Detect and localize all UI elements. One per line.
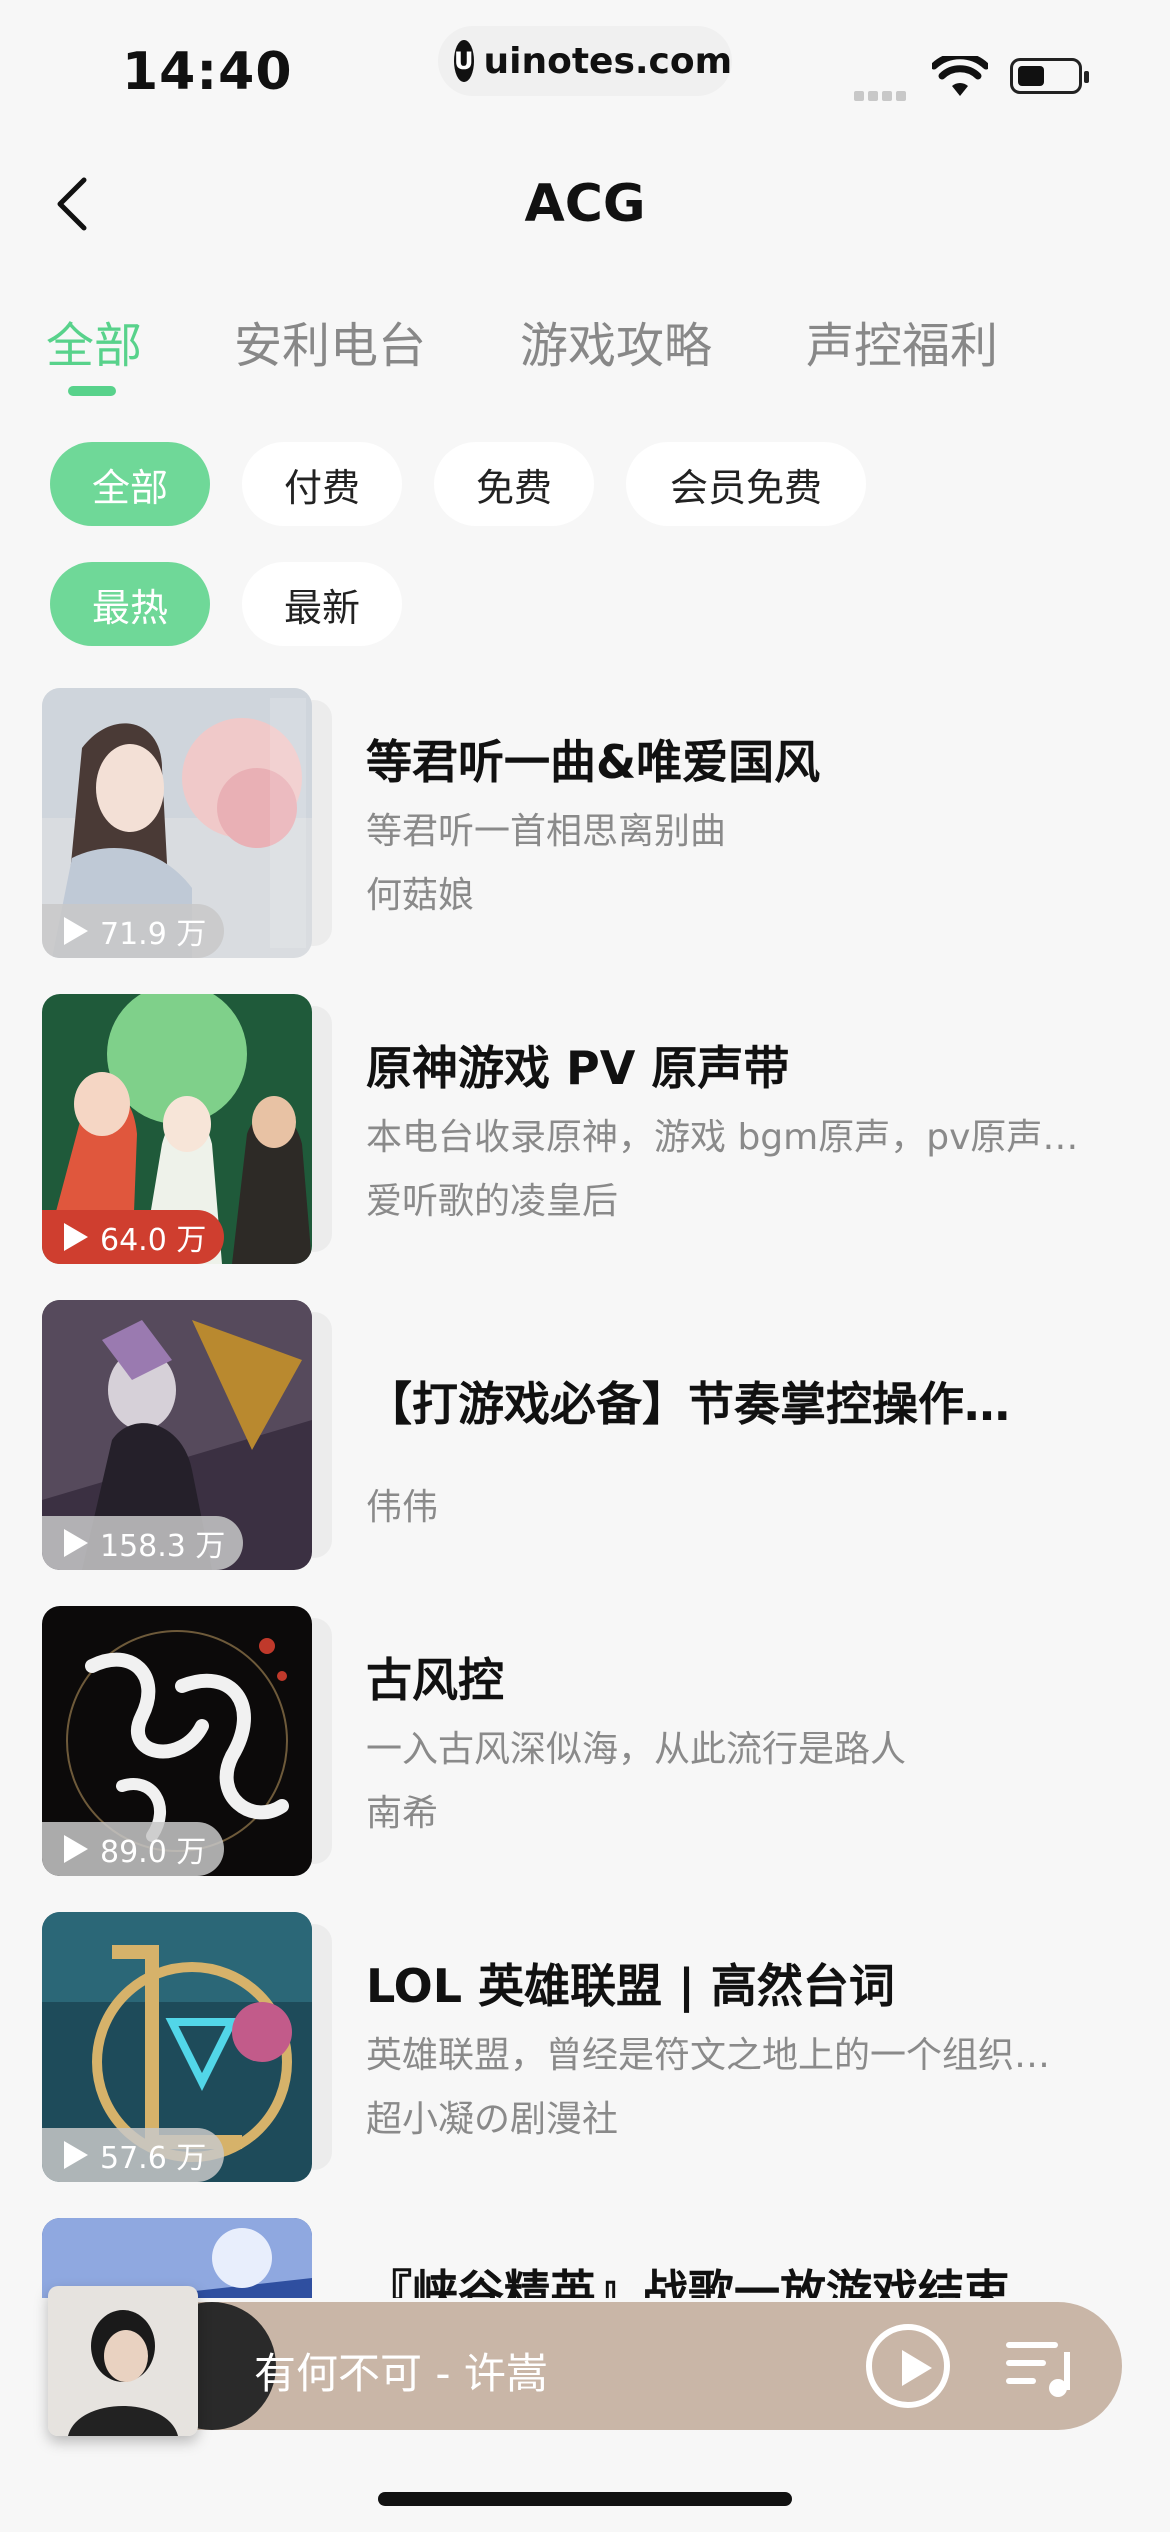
item-title: 『峡谷精英』战歌一放游戏结束	[366, 2265, 1010, 2298]
url-pill[interactable]: U uinotes.com	[438, 26, 732, 96]
play-count: 89.0 万	[100, 1835, 207, 1870]
cellular-signal-icon	[854, 86, 910, 105]
list-item[interactable]: 158.3 万 【打游戏必备】节奏掌控操作… 伟伟	[0, 1280, 1170, 1580]
play-triangle-icon	[64, 1835, 88, 1863]
play-count-badge: 89.0 万	[42, 1822, 225, 1876]
site-logo-icon: U	[454, 40, 474, 82]
item-title: 等君听一曲&唯爱国风	[366, 735, 821, 789]
list-item[interactable]: 71.9 万 等君听一曲&唯爱国风 等君听一首相思离别曲 何菇娘	[0, 668, 1170, 968]
item-description: 等君听一首相思离别曲	[366, 811, 727, 852]
item-title: LOL 英雄联盟 | 高然台词	[366, 1959, 895, 2013]
nav-bar: ACG	[0, 130, 1170, 270]
play-triangle-icon	[64, 1529, 88, 1557]
item-title: 【打游戏必备】节奏掌控操作…	[366, 1377, 1010, 1431]
tab-voice-welfare[interactable]: 声控福利	[806, 306, 998, 376]
play-count-badge: 64.0 万	[42, 1210, 225, 1264]
mini-player[interactable]: 有何不可 - 许嵩	[48, 2286, 1122, 2436]
cover-stack: 71.9 万	[42, 688, 332, 958]
item-author: 伟伟	[366, 1487, 439, 1528]
item-author: 爱听歌的凌皇后	[366, 1181, 619, 1222]
status-bar: 14:40 U uinotes.com	[0, 0, 1170, 130]
tab-game-guide[interactable]: 游戏攻略	[520, 306, 712, 376]
sort-chip-newest[interactable]: 最新	[242, 562, 402, 646]
wifi-icon	[932, 56, 988, 96]
cover-stack: 57.6 万	[42, 1912, 332, 2182]
item-title: 原神游戏 PV 原声带	[366, 1041, 790, 1095]
item-author: 超小凝の剧漫社	[366, 2099, 619, 2140]
play-triangle-icon	[64, 917, 88, 945]
list-item[interactable]: 64.0 万 原神游戏 PV 原声带 本电台收录原神，游戏 bgm原声，pv原声…	[0, 974, 1170, 1274]
play-count-badge: 71.9 万	[42, 904, 225, 958]
filter-area: 全部 付费 免费 会员免费 最热 最新	[0, 396, 1170, 666]
play-count-badge: 57.6 万	[42, 2128, 225, 2182]
play-count: 64.0 万	[100, 1223, 207, 1258]
play-count-badge: 158.3 万	[42, 1516, 244, 1570]
item-title: 古风控	[366, 1653, 504, 1707]
tab-all[interactable]: 全部	[46, 306, 142, 376]
home-indicator[interactable]	[378, 2492, 792, 2506]
now-playing-artwork	[48, 2286, 198, 2436]
play-icon	[902, 2350, 932, 2386]
list-item[interactable]: 『峡谷精英』战歌一放游戏结束	[0, 2198, 1170, 2298]
play-count: 57.6 万	[100, 2141, 207, 2176]
filter-chip-paid[interactable]: 付费	[242, 442, 402, 526]
category-tabs: 全部 安利电台 游戏攻略 声控福利	[0, 270, 1170, 396]
sort-chip-hottest[interactable]: 最热	[50, 562, 210, 646]
item-description: 本电台收录原神，游戏 bgm原声，pv原声…	[366, 1117, 1079, 1158]
tab-recommend-radio[interactable]: 安利电台	[234, 306, 426, 376]
status-time: 14:40	[122, 42, 293, 102]
item-description: 英雄联盟，曾经是符文之地上的一个组织…	[366, 2035, 1051, 2076]
play-triangle-icon	[64, 2141, 88, 2169]
play-count: 71.9 万	[100, 917, 207, 952]
list-item[interactable]: 89.0 万 古风控 一入古风深似海，从此流行是路人 南希	[0, 1586, 1170, 1886]
item-description: 一入古风深似海，从此流行是路人	[366, 1729, 907, 1770]
play-count: 158.3 万	[100, 1529, 226, 1564]
now-playing-title: 有何不可 - 许嵩	[254, 2349, 548, 2398]
cover-stack: 158.3 万	[42, 1300, 332, 1570]
url-text: uinotes.com	[483, 40, 733, 82]
filter-chip-member-free[interactable]: 会员免费	[626, 442, 866, 526]
play-triangle-icon	[64, 1223, 88, 1251]
active-tab-indicator	[68, 386, 116, 396]
playlist-icon[interactable]	[1004, 2336, 1076, 2400]
list-item[interactable]: 57.6 万 LOL 英雄联盟 | 高然台词 英雄联盟，曾经是符文之地上的一个组…	[0, 1892, 1170, 2192]
cover-stack: 64.0 万	[42, 994, 332, 1264]
filter-chip-all[interactable]: 全部	[50, 442, 210, 526]
page-title: ACG	[524, 174, 646, 234]
battery-icon	[1010, 58, 1089, 94]
item-author: 南希	[366, 1793, 439, 1834]
item-author: 何菇娘	[366, 875, 475, 916]
cover-stack: 89.0 万	[42, 1606, 332, 1876]
play-button[interactable]	[866, 2324, 950, 2408]
filter-chip-free[interactable]: 免费	[434, 442, 594, 526]
